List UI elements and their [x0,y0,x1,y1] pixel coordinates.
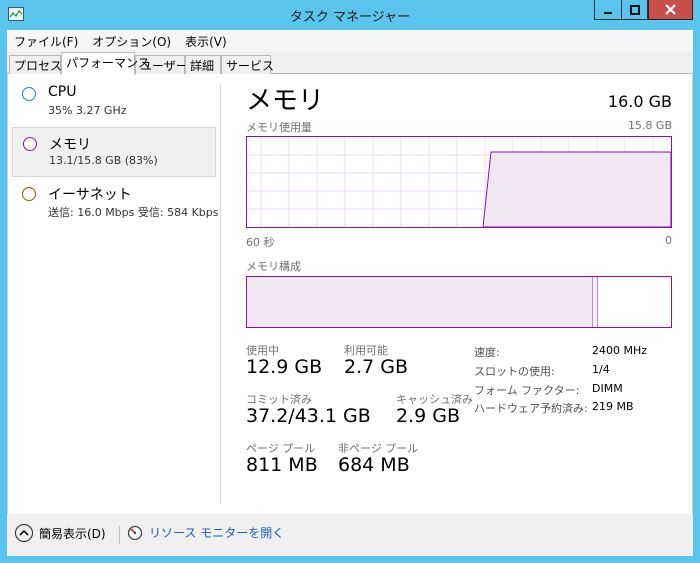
resource-monitor-label: リソース モニターを開く [149,526,285,540]
client-area: ファイル(F) オプション(O) 表示(V) プロセス パフォーマンス ユーザー… [7,30,693,556]
sidebar-item-title: メモリ [49,137,91,153]
fewer-details-button[interactable]: 簡易表示(D) [15,524,106,542]
committed-value: 37.2/43.1 GB [246,405,371,427]
slots-used-label: スロットの使用: [474,365,555,378]
menu-file[interactable]: ファイル(F) [7,30,85,51]
menu-bar: ファイル(F) オプション(O) 表示(V) [7,30,693,51]
in-use-value: 12.9 GB [246,356,323,378]
resource-sidebar: CPU 35% 3.27 GHz メモリ 13.1/15.8 GB (83%) … [8,74,220,514]
memory-usage-graph [246,136,672,228]
usage-graph-canvas [247,137,671,227]
time-axis-left: 60 秒 [246,236,275,249]
total-memory: 16.0 GB [607,92,672,111]
tab-services[interactable]: サービス [221,55,274,74]
memory-composition-bar [246,276,672,328]
footer-bar: 簡易表示(D) リソース モニターを開く [7,514,693,556]
chevron-up-icon [15,524,33,542]
composition-in-use [247,277,593,327]
composition-standby [594,277,598,327]
tab-performance[interactable]: パフォーマンス [61,52,150,75]
menu-view[interactable]: 表示(V) [178,30,234,51]
tab-strip: プロセス パフォーマンス ユーザー 詳細 サービス [7,52,693,75]
memory-detail: メモリ 16.0 GB メモリ使用量 15.8 GB 60 秒 0 メモリ構成 … [246,74,672,514]
sidebar-item-cpu[interactable]: CPU 35% 3.27 GHz [12,78,216,128]
slots-used-value: 1/4 [592,363,610,376]
sidebar-item-title: CPU [48,84,77,100]
hardware-reserved-label: ハードウェア予約済み: [474,402,588,415]
memory-ring-icon [23,137,37,151]
sidebar-item-title: イーサネット [48,187,132,203]
task-manager-window: タスク マネージャー ファイル(F) オプション(O) 表示(V) プロセス パ… [0,0,700,563]
sidebar-item-subtitle: 35% 3.27 GHz [48,104,127,117]
fewer-details-label: 簡易表示(D) [39,526,106,541]
usage-graph-label: メモリ使用量 [246,121,312,134]
title-bar[interactable]: タスク マネージャー [0,0,700,30]
close-button[interactable] [648,0,693,20]
ethernet-ring-icon [22,187,36,201]
footer-divider [119,526,120,544]
resource-monitor-icon [127,525,143,540]
usage-graph-max: 15.8 GB [627,119,672,132]
speed-value: 2400 MHz [592,344,648,357]
sidebar-item-subtitle: 13.1/15.8 GB (83%) [49,154,158,167]
close-icon [665,4,676,15]
composition-label: メモリ構成 [246,260,301,273]
available-value: 2.7 GB [344,356,409,378]
cpu-ring-icon [22,87,36,101]
minimize-button[interactable] [594,0,621,20]
maximize-icon [629,4,640,15]
nonpaged-pool-value: 684 MB [338,454,410,476]
usage-area [482,151,671,227]
hardware-reserved-value: 219 MB [592,400,634,413]
page-title: メモリ [246,86,325,116]
speed-label: 速度: [474,346,500,359]
paged-pool-value: 811 MB [246,454,318,476]
performance-panel: CPU 35% 3.27 GHz メモリ 13.1/15.8 GB (83%) … [7,74,693,514]
sidebar-item-memory[interactable]: メモリ 13.1/15.8 GB (83%) [12,127,216,177]
maximize-button[interactable] [621,0,648,20]
sidebar-item-ethernet[interactable]: イーサネット 送信: 16.0 Mbps 受信: 584 Kbps [12,178,219,228]
sidebar-item-subtitle: 送信: 16.0 Mbps 受信: 584 Kbps [48,206,219,219]
time-axis-right: 0 [665,234,672,247]
tab-processes[interactable]: プロセス [9,55,62,74]
form-factor-label: フォーム ファクター: [474,384,580,397]
cached-value: 2.9 GB [396,405,461,427]
sidebar-divider[interactable] [220,84,221,504]
resource-monitor-link[interactable]: リソース モニターを開く [127,524,284,541]
form-factor-value: DIMM [592,382,623,395]
tab-details[interactable]: 詳細 [185,55,221,74]
minimize-icon [604,11,612,14]
menu-options[interactable]: オプション(O) [85,30,178,51]
